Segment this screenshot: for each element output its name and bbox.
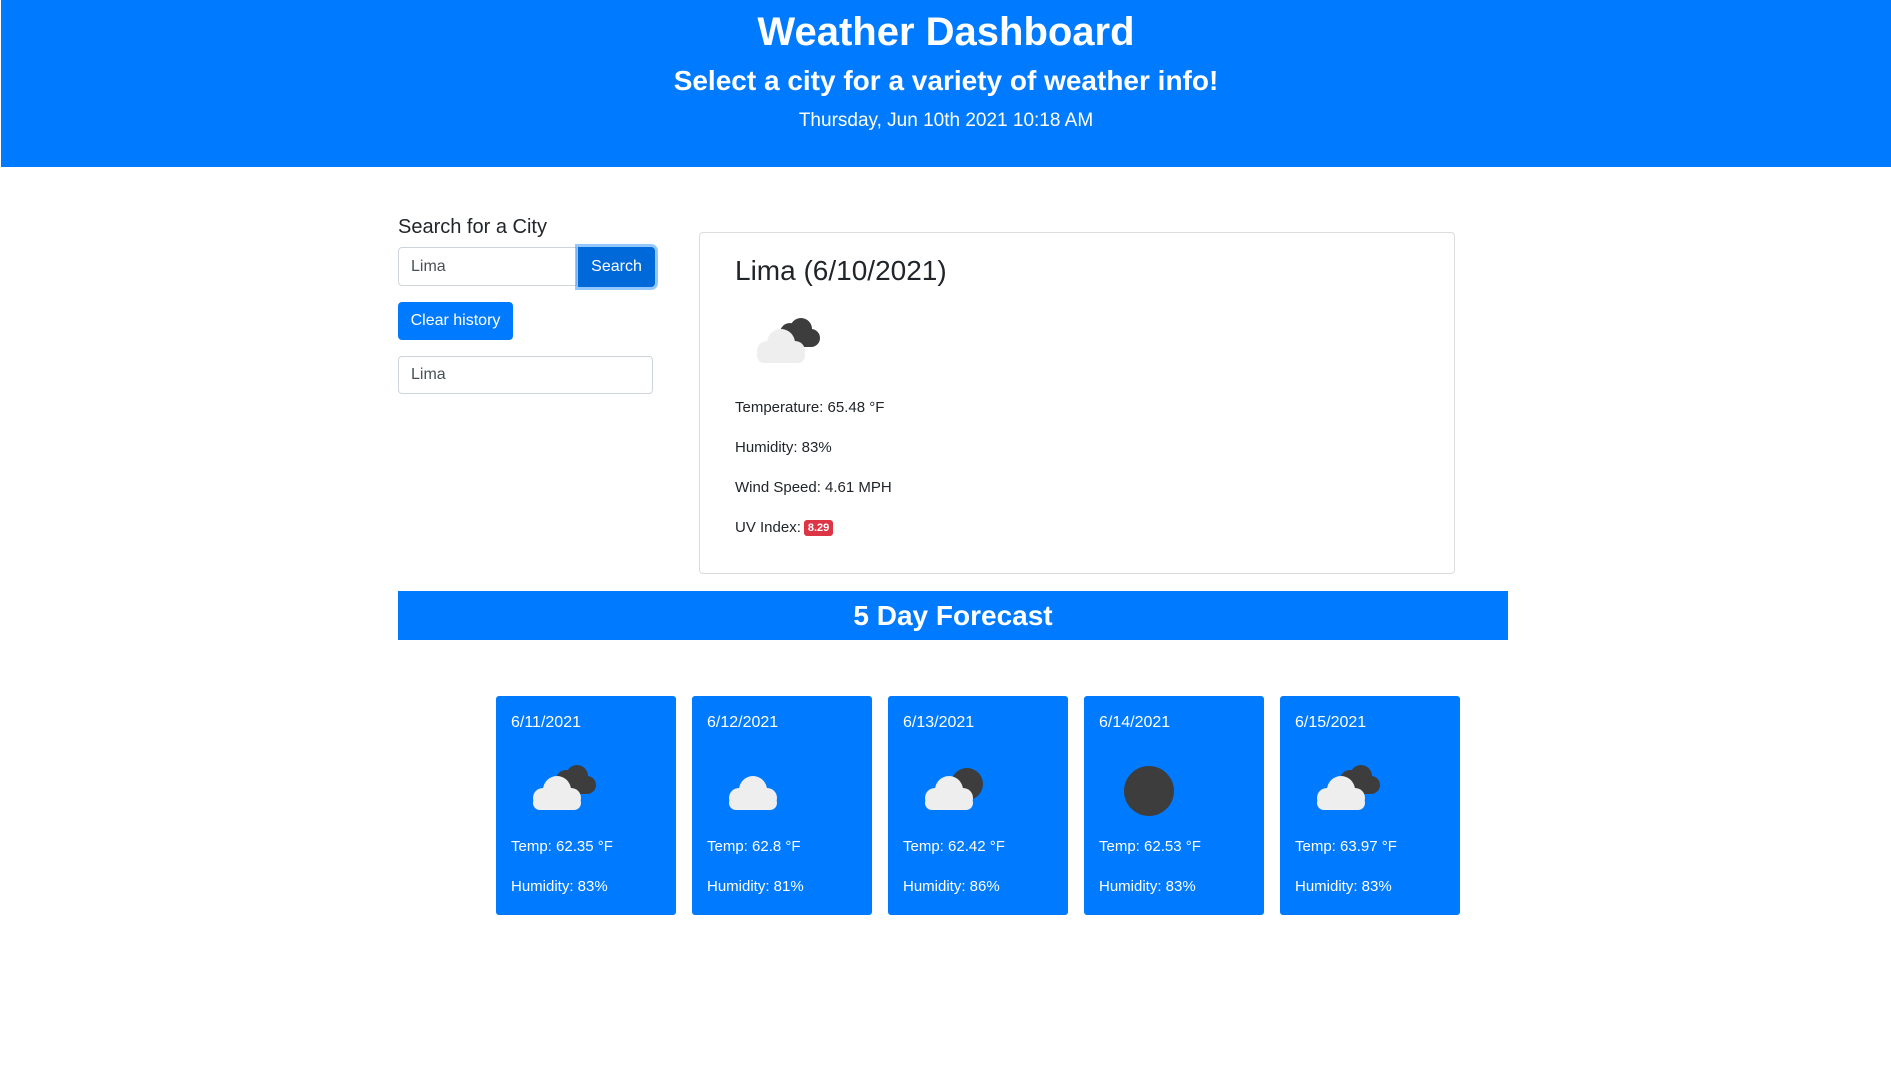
forecast-temp: Temp: 62.35 °F bbox=[511, 838, 613, 855]
clear-night-icon bbox=[1109, 760, 1189, 825]
search-label: Search for a City bbox=[398, 216, 547, 238]
broken-clouds-icon bbox=[1305, 760, 1385, 825]
broken-clouds-icon bbox=[521, 760, 601, 825]
current-city-title: Lima (6/10/2021) bbox=[735, 255, 947, 286]
forecast-humidity: Humidity: 83% bbox=[1099, 878, 1196, 895]
current-datetime: Thursday, Jun 10th 2021 10:18 AM bbox=[798, 110, 1094, 131]
current-wind-speed: Wind Speed: 4.61 MPH bbox=[735, 479, 892, 496]
page-title: Weather Dashboard bbox=[757, 10, 1135, 54]
forecast-temp: Temp: 62.53 °F bbox=[1099, 838, 1201, 855]
forecast-card-5: 6/15/2021 Temp: 63.97 °F Humidity: 83% bbox=[1280, 696, 1460, 915]
forecast-date: 6/15/2021 bbox=[1295, 714, 1367, 731]
forecast-date: 6/14/2021 bbox=[1099, 714, 1171, 731]
forecast-temp: Temp: 62.42 °F bbox=[903, 838, 1005, 855]
forecast-date: 6/13/2021 bbox=[903, 714, 975, 731]
page-subtitle: Select a city for a variety of weather i… bbox=[673, 65, 1219, 96]
forecast-humidity: Humidity: 86% bbox=[903, 878, 1000, 895]
current-uv-index: UV Index: 8.29 bbox=[735, 519, 834, 537]
current-humidity: Humidity: 83% bbox=[735, 439, 832, 456]
forecast-date: 6/11/2021 bbox=[511, 714, 581, 731]
page-header: Weather Dashboard Select a city for a va… bbox=[1, 0, 1891, 167]
uv-badge: 8.29 bbox=[803, 520, 834, 537]
search-input[interactable] bbox=[398, 247, 577, 286]
broken-clouds-icon bbox=[745, 313, 825, 378]
forecast-banner: 5 Day Forecast bbox=[398, 591, 1508, 640]
forecast-card-3: 6/13/2021 Temp: 62.42 °F Humidity: 86% bbox=[888, 696, 1068, 915]
uv-label: UV Index: bbox=[735, 519, 801, 536]
cloud-icon bbox=[717, 760, 797, 825]
current-temperature: Temperature: 65.48 °F bbox=[735, 399, 885, 416]
clear-history-button[interactable]: Clear history bbox=[398, 302, 513, 340]
search-button[interactable]: Search bbox=[578, 247, 655, 287]
forecast-card-2: 6/12/2021 Temp: 62.8 °F Humidity: 81% bbox=[692, 696, 872, 915]
forecast-humidity: Humidity: 83% bbox=[511, 878, 608, 895]
partly-cloudy-icon bbox=[913, 760, 993, 825]
forecast-temp: Temp: 63.97 °F bbox=[1295, 838, 1397, 855]
forecast-card-4: 6/14/2021 Temp: 62.53 °F Humidity: 83% bbox=[1084, 696, 1264, 915]
forecast-humidity: Humidity: 81% bbox=[707, 878, 804, 895]
history-item[interactable]: Lima bbox=[398, 356, 653, 394]
current-weather-card: Lima (6/10/2021) Temperature: 65.48 °F H… bbox=[699, 232, 1455, 574]
forecast-temp: Temp: 62.8 °F bbox=[707, 838, 801, 855]
forecast-date: 6/12/2021 bbox=[707, 714, 779, 731]
forecast-humidity: Humidity: 83% bbox=[1295, 878, 1392, 895]
forecast-card-1: 6/11/2021 Temp: 62.35 °F Humidity: 83% bbox=[496, 696, 676, 915]
